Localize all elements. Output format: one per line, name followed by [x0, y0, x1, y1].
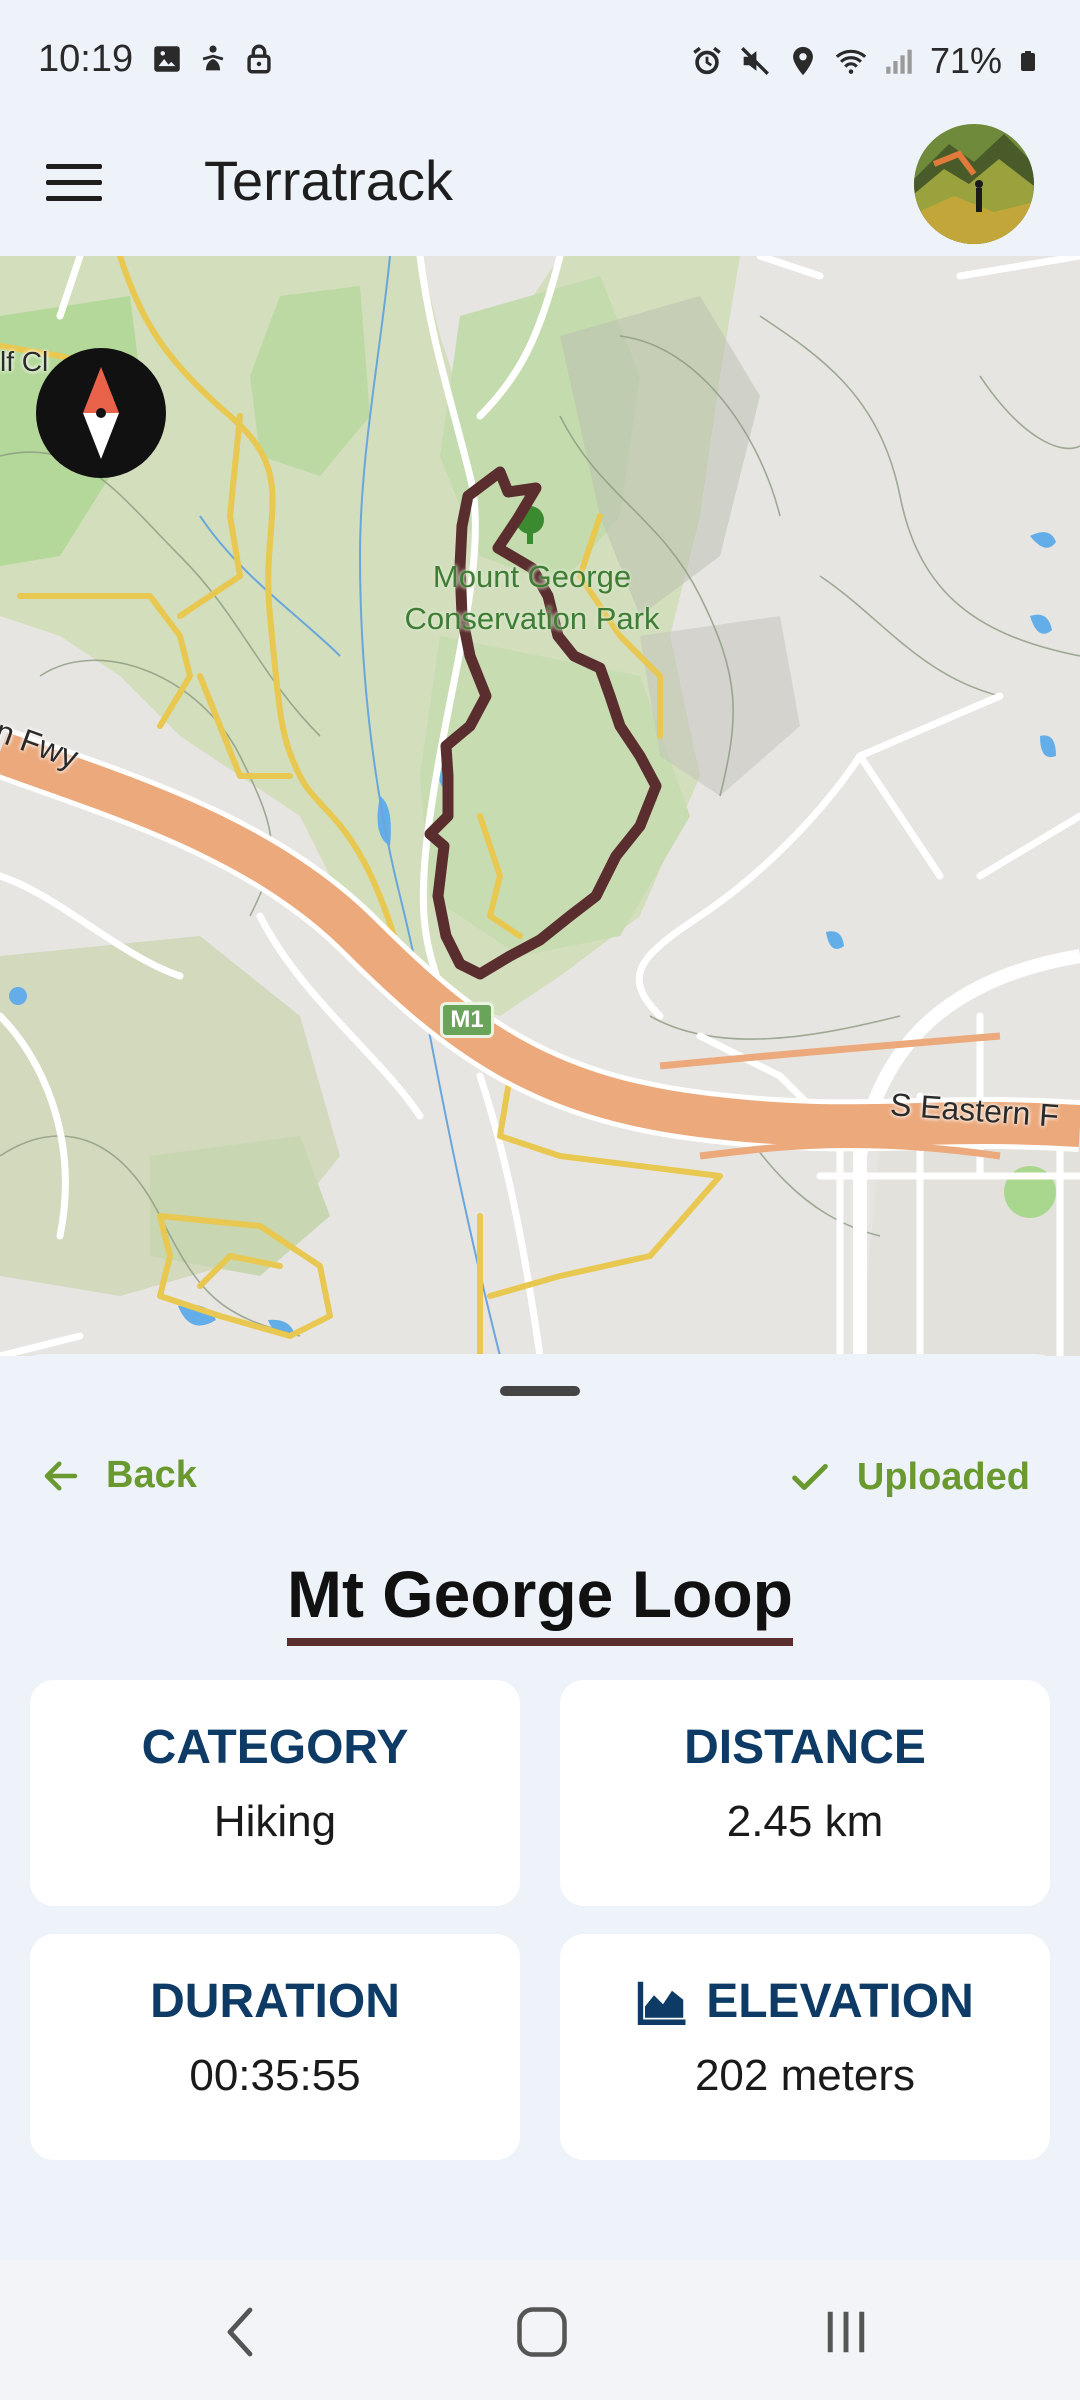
mute-icon — [740, 47, 769, 75]
hamburger-menu-icon[interactable] — [46, 150, 110, 214]
trail-details-sheet: Back Uploaded Mt George Loop CATEGORY Hi… — [0, 1354, 1080, 2260]
stat-value: 2.45 km — [726, 1797, 884, 1846]
area-chart-icon — [638, 1981, 686, 2025]
check-icon — [792, 1463, 828, 1491]
status-time: 10:19 — [38, 38, 134, 80]
image-icon — [154, 46, 180, 72]
park-label-line1: Mount George — [432, 559, 632, 594]
signal-icon — [886, 49, 912, 74]
stat-label: DISTANCE — [684, 1721, 926, 1774]
stat-label: DURATION — [150, 1975, 400, 2028]
alarm-icon — [693, 46, 721, 75]
status-right-icons: 71% — [690, 40, 1040, 82]
stat-value: Hiking — [213, 1797, 337, 1846]
nav-recents-icon[interactable] — [806, 2300, 886, 2364]
back-button[interactable]: Back — [40, 1454, 197, 1497]
battery-percentage: 71% — [929, 40, 1002, 81]
stat-value: 00:35:55 — [189, 2051, 361, 2100]
battery-icon — [1021, 51, 1035, 71]
accessibility-icon — [202, 45, 224, 71]
upload-status: Uploaded — [787, 1454, 1030, 1500]
app-bar: Terratrack — [0, 124, 1080, 256]
wifi-icon — [835, 49, 867, 74]
stat-card-elevation[interactable]: ELEVATION 202 meters — [560, 1934, 1050, 2160]
stat-card-category: CATEGORY Hiking — [30, 1680, 520, 1906]
profile-avatar[interactable] — [914, 124, 1034, 244]
park-label: Mount George Conservation Park — [372, 556, 692, 640]
compass-icon — [83, 367, 119, 459]
app-title: Terratrack — [204, 149, 453, 212]
lock-icon — [247, 44, 271, 74]
map-view[interactable]: Mount George Conservation Park n Fwy S E… — [0, 256, 1080, 1356]
nav-home-icon[interactable] — [502, 2300, 582, 2364]
arrow-left-icon — [44, 1460, 78, 1491]
highway-badge: M1 — [440, 1002, 494, 1038]
compass-button[interactable] — [36, 348, 166, 478]
nav-back-icon[interactable] — [200, 2300, 280, 2364]
stat-card-duration: DURATION 00:35:55 — [30, 1934, 520, 2160]
system-navigation-bar — [0, 2260, 1080, 2400]
park-label-line2: Conservation Park — [404, 600, 660, 636]
back-label: Back — [106, 1454, 197, 1496]
location-icon — [793, 46, 813, 76]
stat-label: CATEGORY — [141, 1721, 409, 1774]
status-left-icons — [150, 42, 276, 76]
stat-card-distance: DISTANCE 2.45 km — [560, 1680, 1050, 1906]
sheet-drag-handle[interactable] — [500, 1386, 580, 1396]
stat-value: 202 meters — [694, 2051, 916, 2100]
road-label-top: lf Cl — [0, 346, 49, 377]
trail-name: Mt George Loop — [287, 1556, 793, 1646]
status-bar: 10:19 71% — [0, 0, 1080, 124]
trail-title: Mt George Loop — [0, 1556, 1080, 1646]
stat-header: ELEVATION — [560, 1974, 1050, 2029]
stat-label: ELEVATION — [706, 1975, 974, 2028]
upload-status-label: Uploaded — [856, 1455, 1030, 1498]
